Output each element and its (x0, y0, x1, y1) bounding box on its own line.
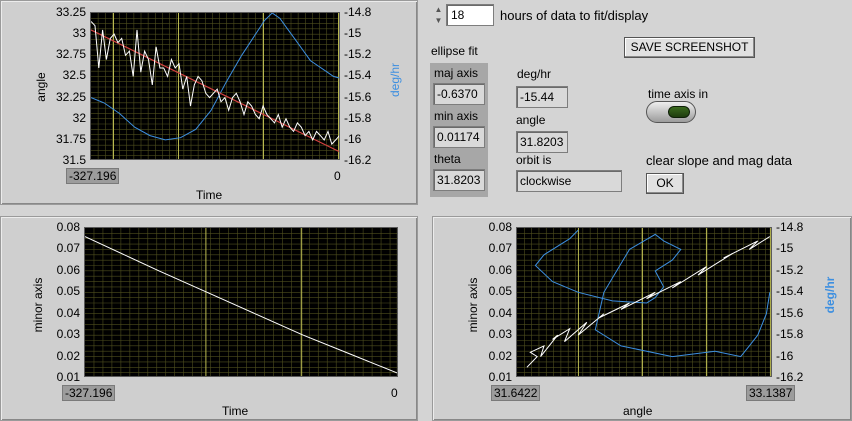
axis-tick-label: 0.05 (488, 284, 512, 299)
axis-tick-label: -16 (344, 131, 362, 146)
axis-tick-label: 33.25 (55, 5, 86, 19)
min-axis-value: 0.01174 (433, 126, 485, 148)
chart3-xlabel: angle (623, 404, 653, 418)
theta-label: theta (434, 152, 461, 166)
axis-tick-label: -16.2 (776, 370, 804, 384)
orbit-label: orbit is (516, 153, 552, 167)
axis-tick-label: 0.04 (56, 305, 80, 320)
axis-tick-label: -15.6 (776, 305, 804, 320)
time-axis-toggle[interactable] (646, 101, 696, 123)
axis-tick-label: 0.08 (56, 220, 80, 234)
chart2-xmin[interactable]: -327.196 (62, 385, 116, 401)
axis-tick-label: -14.8 (776, 220, 804, 234)
axis-tick-label: -16.2 (344, 153, 372, 167)
axis-tick-label: 0.07 (56, 241, 80, 256)
maj-axis-value: -0.6370 (433, 83, 485, 105)
axis-tick-label: 0.08 (488, 220, 512, 234)
angle-plot-svg (91, 13, 339, 159)
chart1-xmin[interactable]: -327.196 (66, 168, 120, 184)
chart3-xmax[interactable]: 33.1387 (746, 385, 796, 401)
axis-tick-label: 0.03 (56, 327, 80, 342)
axis-tick-label: -15 (344, 26, 362, 41)
deghr-label: deg/hr (517, 67, 552, 81)
axis-tick-label: -15.4 (344, 68, 372, 83)
hours-spinner[interactable]: ▲ ▼ (433, 4, 444, 26)
clear-label: clear slope and mag data (646, 153, 792, 168)
min-axis-label: min axis (434, 109, 479, 123)
ellipse-fit-title: ellipse fit (431, 44, 478, 58)
axis-tick-label: 31.75 (55, 131, 86, 146)
axis-tick-label: 0.06 (488, 262, 512, 277)
axis-tick-label: -15.8 (344, 110, 372, 125)
spin-up-icon[interactable]: ▲ (433, 4, 444, 15)
deghr-value: -15.44 (516, 86, 568, 108)
orbit-value: clockwise (516, 170, 622, 192)
hours-input[interactable]: 18 (446, 4, 494, 26)
axis-tick-label: 0.01 (56, 370, 80, 384)
chart3-xmin[interactable]: 31.6422 (491, 385, 541, 401)
axis-tick-label: 0.07 (488, 241, 512, 256)
axis-tick-label: 32.5 (62, 68, 86, 83)
minor-axis-time-plot[interactable] (84, 227, 398, 377)
chart2-xlabel: Time (222, 404, 249, 418)
chart3-y2label: deg/hr (823, 276, 837, 314)
axis-tick-label: -15.6 (344, 89, 372, 104)
plot-grid (91, 13, 339, 159)
axis-tick-label: 0.02 (488, 348, 512, 363)
angle-label: angle (516, 113, 546, 127)
axis-tick-label: 33 (72, 26, 86, 41)
axis-tick-label: 0.05 (56, 284, 80, 299)
ok-button[interactable]: OK (646, 173, 684, 194)
spin-down-icon[interactable]: ▼ (433, 15, 444, 26)
maj-axis-label: maj axis (434, 66, 479, 80)
axis-tick-label: 0.01 (488, 370, 512, 384)
axis-tick-label: -15.2 (776, 262, 804, 277)
series-angle (91, 21, 339, 146)
theta-value: 31.8203 (433, 169, 485, 191)
save-screenshot-button[interactable]: SAVE SCREENSHOT (624, 37, 755, 58)
axis-tick-label: -15.4 (776, 284, 804, 299)
axis-tick-label: 0.03 (488, 327, 512, 342)
hours-label: hours of data to fit/display (500, 8, 649, 23)
axis-tick-label: -14.8 (344, 5, 372, 19)
axis-tick-label: -16 (776, 348, 794, 363)
axis-tick-label: 32.25 (55, 89, 86, 104)
axis-tick-label: 0.02 (56, 348, 80, 363)
minor-axis-angle-svg (517, 228, 771, 376)
chart2-xmax: 0 (391, 386, 398, 400)
axis-tick-label: -15.2 (344, 47, 372, 62)
chart1-xlabel: Time (196, 188, 223, 202)
axis-tick-label: 0.04 (488, 305, 512, 320)
angle-plot-area[interactable] (90, 12, 340, 160)
axis-tick-label: -15.8 (776, 327, 804, 342)
axis-tick-label: 32.75 (55, 47, 86, 62)
minor-axis-time-svg (85, 228, 397, 376)
angle-value: 31.8203 (516, 131, 568, 153)
toggle-led-icon (668, 106, 690, 118)
axis-tick-label: 32 (72, 110, 86, 125)
axis-tick-label: 31.5 (62, 153, 86, 167)
series-minor-axis (85, 236, 397, 374)
chart1-xmax: 0 (334, 169, 341, 183)
axis-tick-label: 0.06 (56, 262, 80, 277)
minor-axis-angle-plot[interactable] (516, 227, 772, 377)
time-axis-label: time axis in (648, 87, 709, 101)
axis-tick-label: -15 (776, 241, 794, 256)
